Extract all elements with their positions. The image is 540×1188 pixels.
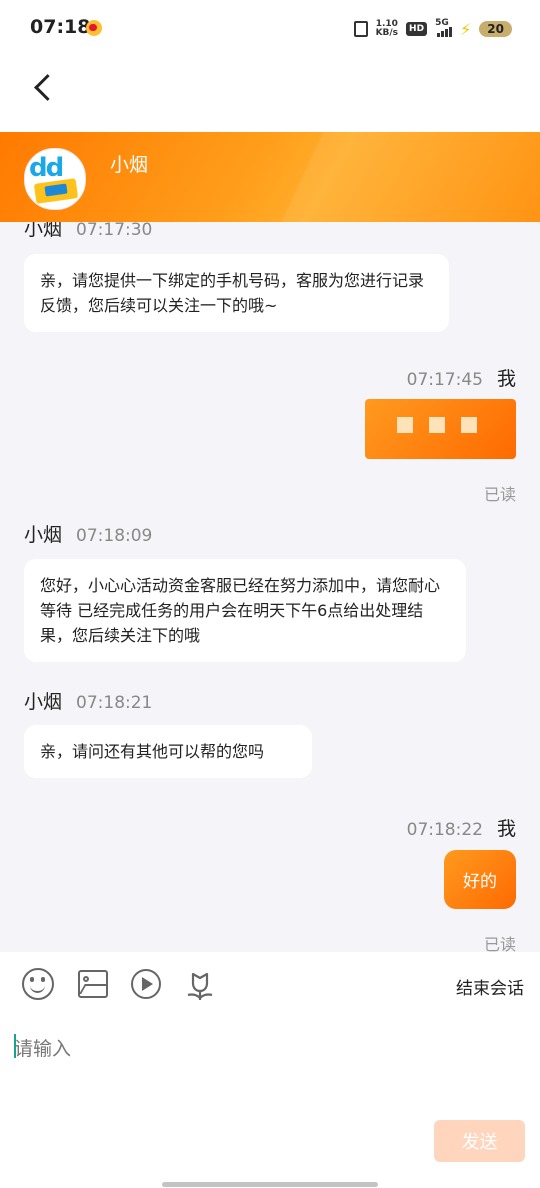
text-caret: [14, 1034, 16, 1058]
weibo-icon: [86, 20, 102, 36]
sender-name: 小烟: [24, 691, 63, 713]
read-status: 已读: [483, 485, 516, 504]
back-arrow-icon[interactable]: [34, 74, 61, 101]
agent-avatar: dd: [24, 148, 86, 210]
chat-messages: 小烟 07:17:30 亲，请您提供一下绑定的手机号码，客服为您进行记录反馈，您…: [0, 222, 540, 952]
home-indicator[interactable]: [162, 1182, 378, 1187]
read-status: 已读: [483, 935, 516, 952]
hd-badge: HD: [406, 22, 428, 36]
status-icons: 1.10 KB/s HD 5G ⚡ 20: [353, 18, 512, 40]
message-time: 07:17:45: [406, 370, 483, 390]
message-meta: 07:17:45 我: [407, 364, 516, 391]
message-time: 07:17:30: [76, 222, 153, 240]
end-chat-button[interactable]: 结束会话: [456, 974, 524, 999]
network-type: 5G: [435, 18, 449, 28]
send-button[interactable]: 发送: [434, 1120, 525, 1162]
message-bubble: 亲，请您提供一下绑定的手机号码，客服为您进行记录反馈，您后续可以关注一下的哦~: [24, 254, 449, 332]
image-icon[interactable]: [78, 970, 108, 998]
message-meta: 小烟 07:17:30: [24, 222, 152, 241]
status-bar: 07:18 1.10 KB/s HD 5G ⚡ 20: [0, 0, 540, 58]
message-time: 07:18:21: [76, 693, 153, 713]
message-meta: 小烟 07:18:09: [24, 520, 152, 547]
charging-icon: ⚡: [460, 19, 472, 39]
flower-icon[interactable]: [184, 968, 216, 1000]
message-input[interactable]: 请输入: [14, 1034, 71, 1061]
signal-icon: 5G: [435, 18, 453, 37]
nav-bar: [0, 58, 540, 132]
message-meta: 07:18:22 我: [407, 814, 516, 841]
network-speed: 1.10 KB/s: [375, 19, 399, 38]
input-toolbar: 结束会话: [0, 952, 540, 1020]
battery-level: 20: [479, 21, 512, 37]
message-time: 07:18:22: [406, 820, 483, 840]
agent-banner: dd 小烟: [0, 132, 540, 222]
status-time: 07:18: [30, 16, 91, 38]
input-area: 请输入 发送: [0, 1020, 540, 1188]
video-icon[interactable]: [131, 969, 161, 999]
sender-name: 我: [496, 368, 516, 390]
message-bubble: 您好，小心心活动资金客服已经在努力添加中，请您耐心等待 已经完成任务的用户会在明…: [24, 559, 466, 662]
message-meta: 小烟 07:18:21: [24, 687, 152, 714]
vibrate-icon: [353, 21, 368, 37]
message-time: 07:18:09: [76, 526, 153, 546]
emoji-icon[interactable]: [22, 968, 54, 1000]
sender-name: 我: [496, 818, 516, 840]
sender-name: 小烟: [24, 524, 63, 546]
message-bubble: 亲，请问还有其他可以帮的您吗: [24, 725, 312, 778]
sender-name: 小烟: [24, 222, 63, 240]
agent-name: 小烟: [110, 154, 149, 176]
message-bubble: 好的: [444, 850, 516, 909]
redacted-message-bubble: [365, 399, 516, 459]
